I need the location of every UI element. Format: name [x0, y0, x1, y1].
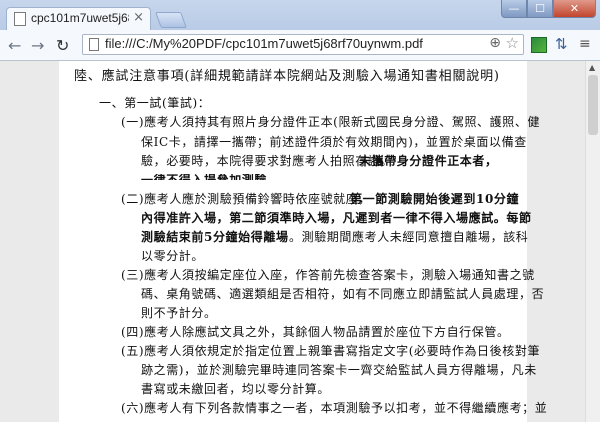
text-line: (二)應考人應於測驗預備鈴響時依座號就座，: [121, 192, 371, 206]
extension-icon[interactable]: [531, 37, 547, 53]
reload-button[interactable]: ↻: [56, 36, 69, 55]
text-line: 書寫或未繳回者，均以零分計算。: [141, 382, 331, 396]
pdf-viewport[interactable]: 陸、應試注意事項(詳細規範請詳本院網站及測驗入場通知書相關說明) 一、第一試(筆…: [0, 61, 585, 422]
bold-text-clipped: 一律不得入場參加測驗。: [141, 174, 280, 180]
scrollbar-thumb[interactable]: [588, 75, 598, 135]
forward-button[interactable]: →: [31, 36, 44, 55]
pdf-page: 陸、應試注意事項(詳細規範請詳本院網站及測驗入場通知書相關說明) 一、第一試(筆…: [59, 61, 547, 422]
text-line: 以零分計。: [141, 249, 205, 263]
bookmark-star-icon[interactable]: ☆: [506, 34, 519, 52]
minimize-button[interactable]: —: [501, 0, 527, 18]
scroll-up-icon[interactable]: ▲: [589, 63, 595, 72]
back-button[interactable]: ←: [8, 36, 21, 55]
text-line: 保IC卡，請擇一攜帶；前述證件須於有效期間內)，並置於桌面以備查: [141, 135, 527, 149]
maximize-button[interactable]: ☐: [527, 0, 553, 18]
url-text[interactable]: file:///C:/My%20PDF/cpc101m7uwet5j68rf70…: [105, 36, 423, 51]
menu-icon[interactable]: ≡: [579, 36, 591, 52]
close-window-button[interactable]: ✕: [553, 0, 596, 18]
file-icon: [89, 38, 99, 51]
text-line: 則不予計分。: [141, 306, 217, 320]
page-icon: [14, 12, 26, 26]
text-line: 跡之需)，並於測驗完畢時連同答案卡一齊交給監試人員方得離場，凡未: [141, 363, 537, 377]
bold-text: 第一節測驗開始後遲到10分鐘: [350, 192, 520, 206]
bold-text: 測驗結束前5分鐘始得離場: [141, 230, 289, 244]
title-bar: cpc101m7uwet5j68rf70u × — ☐ ✕: [0, 0, 600, 30]
window-controls: — ☐ ✕: [501, 0, 596, 18]
text-line: (四)應考人除應試文具之外，其餘個人物品請置於座位下方自行保管。: [121, 325, 510, 339]
text-line: 驗，必要時，本院得要求對應考人拍照存證。: [141, 154, 394, 168]
text-line: (五)應考人須依規定於指定位置上親筆書寫指定文字(必要時作為日後核對筆: [121, 344, 541, 358]
tab-active[interactable]: cpc101m7uwet5j68rf70u ×: [6, 7, 151, 30]
browser-window: cpc101m7uwet5j68rf70u × — ☐ ✕ ← → ↻ file…: [0, 0, 600, 422]
bold-text: 內得准許入場，第二節須準時入場，凡遲到者一律不得入場應試。每節: [141, 211, 532, 225]
text-line: (六)應考人有下列各款情事之一者，本項測驗予以扣考，並不得繼續應考；並: [121, 401, 548, 415]
vertical-scrollbar[interactable]: ▲: [585, 61, 600, 422]
tab-title: cpc101m7uwet5j68rf70u: [31, 11, 129, 25]
text-line: 碼、桌角號碼、適選類組是否相符，如有不同應立即請監試人員處理，否: [141, 287, 545, 301]
zoom-icon[interactable]: ⊕: [489, 35, 501, 51]
new-tab-button[interactable]: [155, 12, 187, 28]
toolbar: ← → ↻ file:///C:/My%20PDF/cpc101m7uwet5j…: [0, 30, 600, 61]
section-heading: 陸、應試注意事項(詳細規範請詳本院網站及測驗入場通知書相關說明): [74, 69, 500, 84]
text-line: (一)應考人須持其有照片身分證件正本(限新式國民身分證、駕照、護照、健: [121, 115, 541, 129]
subheading-first-exam: 一、第一試(筆試)：: [99, 96, 211, 110]
close-tab-icon[interactable]: ×: [133, 10, 144, 25]
text-line: 。測驗期間應考人未經同意擅自離場，該科: [289, 230, 529, 244]
text-line: (三)應考人須按編定座位入座，作答前先檢查答案卡，測驗入場通知書之號: [121, 268, 535, 282]
extension-arrows-icon[interactable]: ⇅: [555, 35, 568, 53]
address-bar[interactable]: file:///C:/My%20PDF/cpc101m7uwet5j68rf70…: [82, 34, 524, 55]
bold-text: 未攜帶身分證件正本者，: [359, 154, 498, 168]
